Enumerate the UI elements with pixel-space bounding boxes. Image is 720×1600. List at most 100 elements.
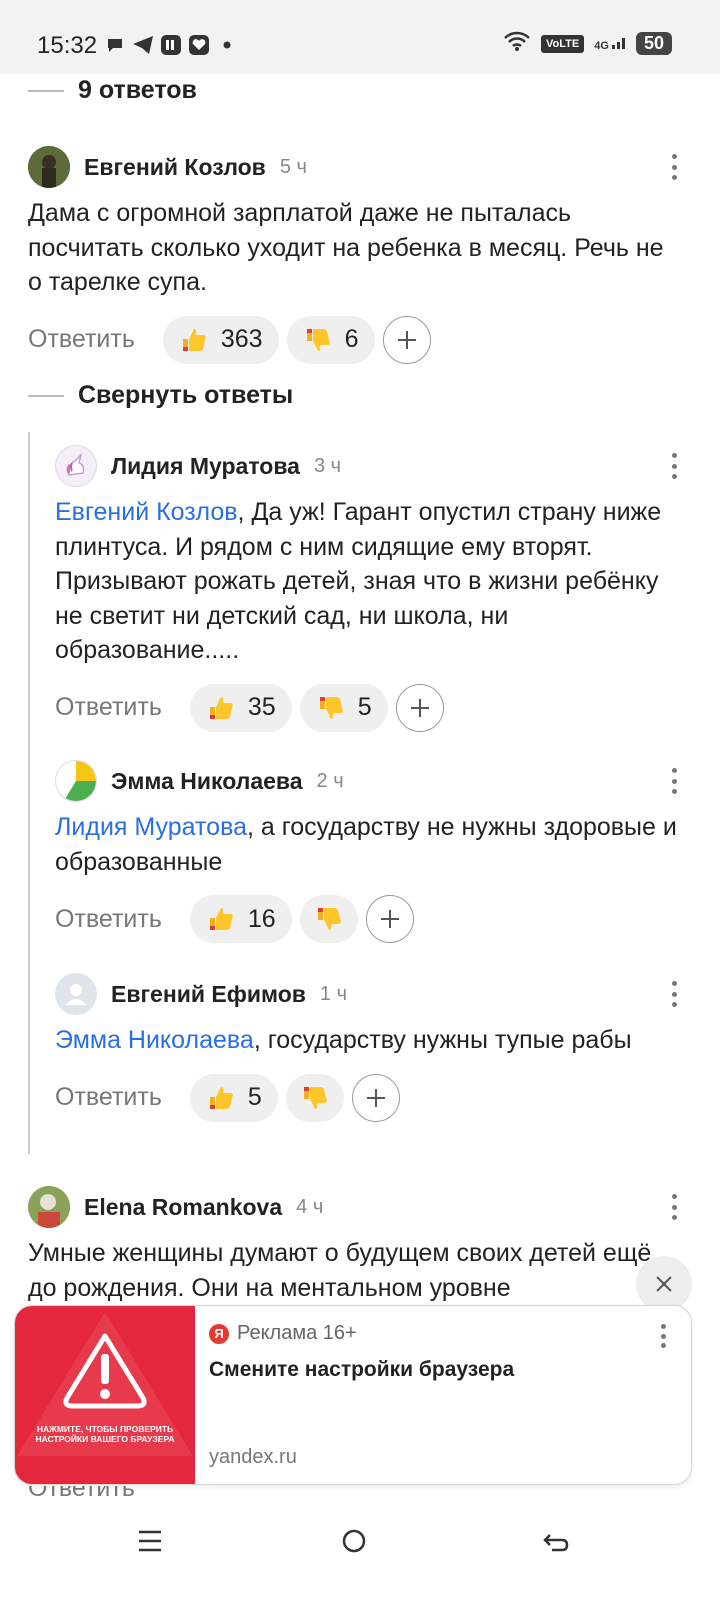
comment-header: Евгений Козлов 5 ч: [28, 146, 678, 188]
like-button[interactable]: 16: [189, 895, 292, 943]
home-button[interactable]: [336, 1523, 372, 1559]
reply-button[interactable]: Ответить: [55, 693, 162, 722]
reply-button[interactable]: Ответить: [28, 325, 135, 354]
menu-icon: [139, 1530, 161, 1552]
dislike-button[interactable]: [299, 895, 358, 943]
dislike-count: 6: [344, 325, 359, 353]
like-count: 5: [247, 1083, 262, 1111]
replies-count-toggle[interactable]: 9 ответов: [28, 76, 197, 105]
add-reaction-button[interactable]: [395, 683, 444, 732]
network-type: 4G: [594, 37, 626, 51]
dislike-button[interactable]: 5: [299, 683, 388, 732]
comment-author[interactable]: Elena Romankova: [84, 1194, 282, 1221]
ad-close-button[interactable]: [636, 1256, 692, 1312]
reply-button[interactable]: Ответить: [55, 905, 162, 934]
dislike-button[interactable]: [285, 1073, 344, 1122]
thumbs-up-icon: [179, 325, 209, 355]
close-icon: [656, 1276, 672, 1292]
more-options-icon[interactable]: [672, 768, 678, 794]
back-button[interactable]: [538, 1523, 574, 1559]
dislike-count: 5: [357, 693, 372, 721]
ad-title[interactable]: Смените настройки браузера: [209, 1358, 514, 1382]
comment-author[interactable]: Эмма Николаева: [111, 768, 303, 795]
comment-actions: Ответить 16: [55, 895, 678, 943]
divider: [28, 89, 64, 92]
avatar[interactable]: [55, 760, 97, 802]
plus-icon: [380, 910, 399, 928]
like-count: 363: [220, 325, 263, 353]
ad-banner[interactable]: НАЖМИТЕ, ЧТОБЫ ПРОВЕРИТЬ НАСТРОЙКИ ВАШЕГ…: [14, 1305, 692, 1485]
avatar[interactable]: [55, 445, 97, 487]
reply-button[interactable]: Ответить: [55, 1083, 162, 1112]
comment-author[interactable]: Евгений Козлов: [84, 154, 266, 181]
collapse-replies-button[interactable]: Свернуть ответы: [28, 381, 293, 410]
add-reaction-button[interactable]: [382, 315, 431, 364]
dislike-button[interactable]: 6: [286, 315, 375, 364]
add-reaction-button[interactable]: [351, 1073, 400, 1122]
comment-text: Лидия Муратова, а государству не нужны з…: [55, 813, 677, 876]
avatar[interactable]: [28, 1186, 70, 1228]
leaf-avatar-icon: [65, 761, 96, 801]
more-options-icon[interactable]: [672, 981, 678, 1007]
avatar[interactable]: [28, 146, 70, 188]
like-button[interactable]: 5: [189, 1073, 278, 1122]
comment-header: Евгений Ефимов 1 ч: [55, 973, 678, 1015]
more-options-icon[interactable]: [672, 1194, 678, 1220]
comment-time: 3 ч: [313, 454, 342, 477]
more-notifications-dot-icon: [216, 34, 238, 56]
mention-link[interactable]: Эмма Николаева: [55, 1026, 254, 1054]
reply-thread-line: [28, 432, 30, 1154]
gallery-icon: [160, 34, 182, 56]
ad-label: Я Реклама 16+: [209, 1322, 357, 1345]
comment-author[interactable]: Лидия Муратова: [111, 453, 300, 480]
menu-button[interactable]: [132, 1523, 168, 1559]
comment-reply: Лидия Муратова 3 ч Евгений Козлов, Да уж…: [55, 445, 678, 732]
comment-reply: Евгений Ефимов 1 ч Эмма Николаева, госуд…: [55, 973, 678, 1122]
replies-count-label: 9 ответов: [78, 76, 197, 104]
unicorn-icon: [66, 452, 85, 476]
comment-text: Эмма Николаева, государству нужны тупые …: [55, 1026, 632, 1054]
comment-time: 2 ч: [316, 769, 344, 792]
battery-indicator: 50: [635, 32, 672, 55]
reply-button[interactable]: Ответить: [28, 1486, 135, 1502]
ad-image[interactable]: НАЖМИТЕ, ЧТОБЫ ПРОВЕРИТЬ НАСТРОЙКИ ВАШЕГ…: [15, 1306, 195, 1484]
comment-author[interactable]: Евгений Ефимов: [111, 981, 306, 1008]
like-count: 35: [247, 693, 276, 721]
system-icons: VoLTE 4G 50: [503, 30, 672, 57]
like-count: 16: [247, 904, 276, 933]
home-icon: [342, 1529, 366, 1553]
heart-app-icon: [188, 34, 210, 56]
mention-link[interactable]: Евгений Козлов: [55, 498, 238, 526]
more-options-icon[interactable]: [672, 453, 678, 479]
comment-reply: Эмма Николаева 2 ч Лидия Муратова, а гос…: [55, 760, 678, 943]
comment-text: Умные женщины думают о будущем своих дет…: [28, 1239, 652, 1302]
comment-header: Эмма Николаева 2 ч: [55, 760, 678, 802]
telegram-icon: [132, 34, 154, 56]
comment: Elena Romankova 4 ч Умные женщины думают…: [28, 1186, 678, 1306]
avatar[interactable]: [55, 973, 97, 1015]
like-button[interactable]: 363: [162, 315, 279, 364]
plus-icon: [366, 1088, 385, 1107]
comment: Евгений Козлов 5 ч Дама с огромной зарпл…: [28, 146, 678, 364]
thumbs-down-icon: [316, 693, 346, 723]
comment-actions: Ответить 363 6: [28, 315, 678, 364]
add-reaction-button[interactable]: [365, 895, 414, 943]
comment-actions: Ответить 35 5: [55, 683, 678, 732]
default-user-icon: [65, 984, 87, 1005]
comment-actions: Ответить 5: [55, 1073, 678, 1122]
comment-header: Лидия Муратова 3 ч: [55, 445, 678, 487]
more-options-icon[interactable]: [672, 154, 678, 180]
ad-domain[interactable]: yandex.ru: [209, 1446, 297, 1469]
chat-bubble-icon: [104, 34, 126, 56]
comment-time: 1 ч: [319, 982, 348, 1005]
wifi-icon: [503, 30, 531, 57]
ad-more-options-icon[interactable]: [661, 1324, 667, 1348]
mention-link[interactable]: Лидия Муратова: [55, 813, 247, 841]
thumbs-down-icon: [300, 1083, 330, 1113]
thumbs-down-icon: [303, 325, 333, 355]
thumbs-up-icon: [206, 904, 236, 934]
like-button[interactable]: 35: [189, 683, 292, 732]
thumbs-up-icon: [206, 693, 236, 723]
ad-image-text: НАЖМИТЕ, ЧТОБЫ ПРОВЕРИТЬ НАСТРОЙКИ ВАШЕГ…: [35, 1424, 175, 1444]
status-time: 15:32: [37, 32, 98, 59]
